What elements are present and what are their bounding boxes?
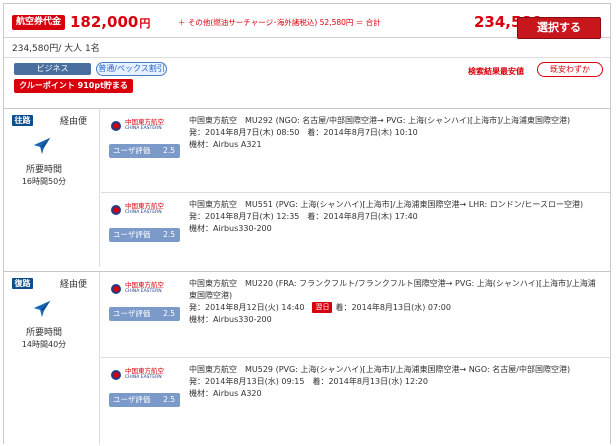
segment-arrival: 着：2014年8月7日(木) 17:40 xyxy=(307,212,418,221)
segment-details: 中国東方航空 MU551 (PVG: 上海(シャンハイ)[上海市]/上海浦東国際… xyxy=(189,199,603,235)
outbound-summary: 往路 経由便 所要時間 16時間50分 xyxy=(4,109,100,267)
fare-extra-note: ＋ その他(燃油サーチャージ･海外諸税込) 52,580円 ＝ 合計 xyxy=(178,18,381,27)
airline-name-en: CHINA EASTERN xyxy=(125,126,162,131)
segment-times: 発：2014年8月7日(木) 12:35 着：2014年8月7日(木) 17:4… xyxy=(189,211,603,223)
user-rating-badge[interactable]: ユーザ評価 2.5 xyxy=(109,393,180,407)
china-eastern-emblem-icon xyxy=(111,284,121,294)
flight-segment: 中国東方航空 CHINA EASTERN ユーザ評価 2.5 中国東方航空 MU… xyxy=(101,358,610,446)
fare-label-badge: 航空券代金 xyxy=(12,15,66,30)
return-itinerary: 復路 経由便 所要時間 14時間40分 中国東方航空 CHINA EASTERN… xyxy=(4,271,610,445)
return-flight-type: 経由便 xyxy=(60,280,88,290)
china-eastern-logo-icon: 中国東方航空 CHINA EASTERN xyxy=(111,119,175,133)
outbound-badge: 往路 xyxy=(12,115,33,126)
outbound-duration: 16時間50分 xyxy=(21,177,67,186)
user-rating-score: 2.5 xyxy=(163,309,175,318)
segment-departure: 発：2014年8月7日(木) 12:35 xyxy=(189,212,300,221)
segment-arrival: 着：2014年8月13日(水) 07:00 xyxy=(335,303,451,312)
return-duration-label: 所要時間 xyxy=(25,328,62,338)
segment-arrival: 着：2014年8月13日(水) 12:20 xyxy=(312,377,428,386)
segment-details: 中国東方航空 MU220 (FRA: フランクフルト/フランクフルト国際空港→ … xyxy=(189,278,603,326)
segment-departure: 発：2014年8月7日(木) 08:50 xyxy=(189,128,300,137)
segment-times: 発：2014年8月7日(木) 08:50 着：2014年8月7日(木) 10:1… xyxy=(189,127,603,139)
per-person-price: 234,580円/ 大人 1名 xyxy=(12,44,100,54)
user-rating-badge[interactable]: ユーザ評価 2.5 xyxy=(109,144,180,158)
china-eastern-emblem-icon xyxy=(111,370,121,380)
china-eastern-logo-icon: 中国東方航空 CHINA EASTERN xyxy=(111,282,175,296)
airline-name-cn: 中国東方航空 xyxy=(125,367,164,375)
segment-aircraft: 機材：Airbus330-200 xyxy=(189,224,272,233)
user-rating-score: 2.5 xyxy=(163,395,175,404)
segment-aircraft: 機材：Airbus A320 xyxy=(189,389,262,398)
return-duration: 14時間40分 xyxy=(21,340,67,349)
user-rating-label: ユーザ評価 xyxy=(113,230,151,239)
flight-segment: 中国東方航空 CHINA EASTERN ユーザ評価 2.5 中国東方航空 MU… xyxy=(101,272,610,358)
segment-times: 発：2014年8月12日(火) 14:40 翌日 着：2014年8月13日(水) … xyxy=(189,302,603,314)
flight-segment: 中国東方航空 CHINA EASTERN ユーザ評価 2.5 中国東方航空 MU… xyxy=(101,193,610,268)
airline-name-cn: 中国東方航空 xyxy=(125,118,164,126)
segment-aircraft: 機材：Airbus330-200 xyxy=(189,315,272,324)
segment-route: 中国東方航空 MU292 (NGO: 名古屋/中部国際空港→ PVG: 上海(シ… xyxy=(189,116,571,125)
user-rating-label: ユーザ評価 xyxy=(113,395,151,404)
china-eastern-emblem-icon xyxy=(111,121,121,131)
user-rating-label: ユーザ評価 xyxy=(113,309,151,318)
segment-aircraft: 機材：Airbus A321 xyxy=(189,140,262,149)
flight-segment: 中国東方航空 CHINA EASTERN ユーザ評価 2.5 中国東方航空 MU… xyxy=(101,109,610,193)
china-eastern-logo-icon: 中国東方航空 CHINA EASTERN xyxy=(111,203,175,217)
lowest-price-label: 検索結果最安値 xyxy=(468,67,524,76)
segment-details: 中国東方航空 MU292 (NGO: 名古屋/中部国際空港→ PVG: 上海(シ… xyxy=(189,115,603,151)
segment-departure: 発：2014年8月12日(火) 14:40 xyxy=(189,303,305,312)
fare-header: 航空券代金 182,000円 ＋ その他(燃油サーチャージ･海外諸税込) 52,… xyxy=(4,4,610,39)
return-summary: 復路 経由便 所要時間 14時間40分 xyxy=(4,272,100,445)
airline-name-en: CHINA EASTERN xyxy=(125,210,162,215)
fare-amount-value: 182,000 xyxy=(70,13,139,31)
user-rating-score: 2.5 xyxy=(163,146,175,155)
airplane-icon xyxy=(33,300,51,318)
airline-name-cn: 中国東方航空 xyxy=(125,281,164,289)
user-rating-score: 2.5 xyxy=(163,230,175,239)
segment-times: 発：2014年8月13日(水) 09:15 着：2014年8月13日(水) 12… xyxy=(189,376,603,388)
fare-amount: 182,000円 xyxy=(70,12,150,34)
segment-departure: 発：2014年8月13日(水) 09:15 xyxy=(189,377,305,386)
fare-amount-unit: 円 xyxy=(139,17,151,30)
crew-points-badge: クルーポイント 910pt貯まる xyxy=(14,79,133,93)
next-day-badge: 翌日 xyxy=(312,302,333,313)
china-eastern-emblem-icon xyxy=(111,205,121,215)
user-rating-badge[interactable]: ユーザ評価 2.5 xyxy=(109,228,180,242)
cabin-class-badge: ビジネス xyxy=(14,63,91,75)
segment-route: 中国東方航空 MU529 (PVG: 上海(シャンハイ)[上海市]/上海浦東国際… xyxy=(189,365,571,374)
china-eastern-logo-icon: 中国東方航空 CHINA EASTERN xyxy=(111,368,175,382)
segment-route: 中国東方航空 MU220 (FRA: フランクフルト/フランクフルト国際空港→ … xyxy=(189,279,596,300)
user-rating-label: ユーザ評価 xyxy=(113,146,151,155)
outbound-flight-type: 経由便 xyxy=(60,117,88,127)
select-button[interactable]: 選択する xyxy=(517,17,601,39)
segment-route: 中国東方航空 MU551 (PVG: 上海(シャンハイ)[上海市]/上海浦東国際… xyxy=(189,200,584,209)
outbound-duration-label: 所要時間 xyxy=(25,165,62,175)
lowest-price-diff-badge[interactable]: 既安わずか xyxy=(537,62,603,77)
fare-type-badge[interactable]: 普通/ペックス割引 xyxy=(96,62,167,76)
airline-name-en: CHINA EASTERN xyxy=(125,289,162,294)
return-badge: 復路 xyxy=(12,278,33,289)
flight-result-card: 航空券代金 182,000円 ＋ その他(燃油サーチャージ･海外諸税込) 52,… xyxy=(3,3,611,445)
segment-arrival: 着：2014年8月7日(木) 10:10 xyxy=(307,128,418,137)
fare-badges-row: ビジネス 普通/ペックス割引 クルーポイント 910pt貯まる 検索結果最安値 … xyxy=(4,57,610,97)
airplane-icon xyxy=(33,137,51,155)
user-rating-badge[interactable]: ユーザ評価 2.5 xyxy=(109,307,180,321)
airline-name-cn: 中国東方航空 xyxy=(125,202,164,210)
segment-details: 中国東方航空 MU529 (PVG: 上海(シャンハイ)[上海市]/上海浦東国際… xyxy=(189,364,603,400)
outbound-itinerary: 往路 経由便 所要時間 16時間50分 中国東方航空 CHINA EASTERN… xyxy=(4,108,610,267)
airline-name-en: CHINA EASTERN xyxy=(125,375,162,380)
